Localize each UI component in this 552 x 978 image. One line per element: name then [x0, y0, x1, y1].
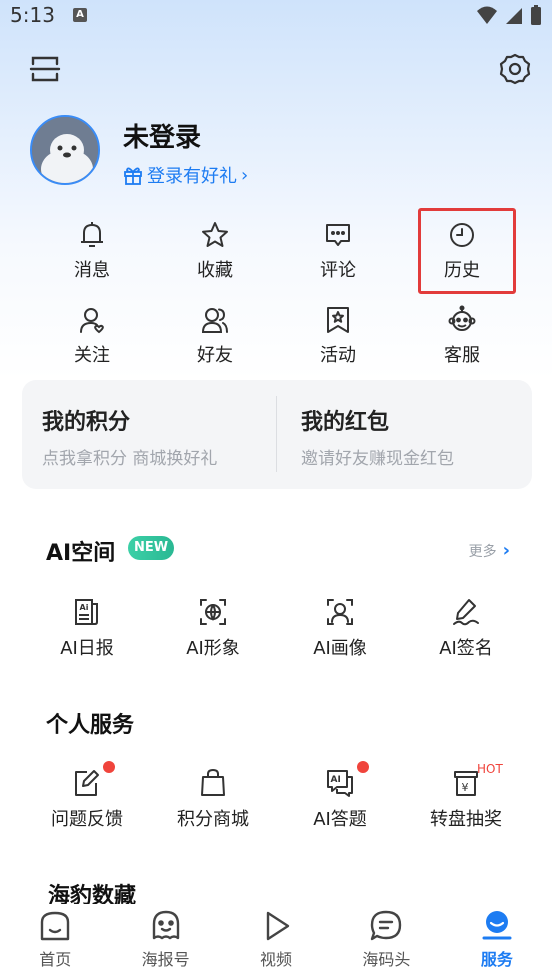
- login-gift-link[interactable]: 登录有好礼 ›: [123, 162, 248, 188]
- ai-avatar-icon: [200, 599, 226, 625]
- points-card: 我的积分 点我拿积分 商城换好礼 我的红包 邀请好友赚现金红包: [22, 380, 532, 489]
- settings-button[interactable]: [498, 52, 532, 86]
- follow-icon: [80, 308, 104, 334]
- status-icons: [476, 4, 542, 26]
- service-item-label: 转盘抽奖: [430, 809, 502, 830]
- more-label: 更多: [468, 543, 497, 560]
- ai-portrait-icon: [327, 599, 353, 625]
- redpacket-title: 我的红包: [301, 410, 390, 435]
- home-icon: [41, 911, 70, 941]
- ai-item-label: AI形象: [186, 638, 240, 659]
- ai-item-label: AI签名: [439, 638, 493, 659]
- grid-item-label: 客服: [444, 345, 480, 366]
- scan-icon: [29, 56, 61, 82]
- shopping-bag-icon: [201, 769, 225, 796]
- nav-label: 服务: [480, 950, 513, 969]
- ai-signature-icon: [453, 599, 479, 626]
- grid-item-follow[interactable]: 关注: [42, 305, 142, 385]
- service-face-icon: [482, 911, 512, 940]
- grid-item-label: 好友: [197, 345, 233, 366]
- svg-text:Ai: Ai: [80, 603, 89, 612]
- grid-item-label: 活动: [320, 345, 356, 366]
- ai-item-daily[interactable]: Ai AI日报: [37, 596, 137, 676]
- new-badge: NEW: [128, 536, 174, 560]
- friends-icon: [201, 308, 228, 333]
- ai-daily-icon: Ai: [75, 599, 98, 625]
- grid-item-label: 消息: [74, 260, 110, 281]
- feedback-icon: [75, 770, 99, 796]
- chevron-right-icon: ›: [502, 540, 510, 561]
- points-subtitle: 点我拿积分 商城换好礼: [42, 449, 218, 469]
- history-highlight-box: [418, 208, 516, 294]
- service-item-label: 积分商城: [177, 809, 249, 830]
- service-item-ai-quiz[interactable]: AI AI答题: [290, 767, 390, 847]
- bottom-nav: 首页 海报号 视频 海码头 服务: [0, 904, 552, 978]
- service-item-points-mall[interactable]: 积分商城: [163, 767, 263, 847]
- personal-services-title: 个人服务: [46, 713, 135, 738]
- nav-label: 视频: [260, 950, 293, 969]
- ai-item-label: AI画像: [313, 638, 367, 659]
- hot-label: HOT: [477, 762, 503, 776]
- ai-item-label: AI日报: [60, 638, 114, 659]
- play-icon: [266, 911, 290, 941]
- nav-label: 首页: [39, 950, 72, 969]
- comment-icon: [326, 224, 350, 246]
- service-item-feedback[interactable]: 问题反馈: [37, 767, 137, 847]
- svg-text:¥: ¥: [462, 781, 469, 794]
- notification-dot: [357, 761, 369, 773]
- svg-text:AI: AI: [331, 775, 341, 785]
- nav-label: 海码头: [362, 950, 411, 969]
- my-red-packet[interactable]: 我的红包 邀请好友赚现金红包: [277, 380, 532, 489]
- keyboard-status-icon: A: [73, 8, 87, 22]
- my-points[interactable]: 我的积分 点我拿积分 商城换好礼: [22, 380, 276, 489]
- grid-item-label: 关注: [74, 345, 110, 366]
- grid-item-activity[interactable]: 活动: [288, 305, 388, 385]
- nav-home[interactable]: 首页: [0, 904, 110, 978]
- login-gift-label: 登录有好礼: [147, 166, 237, 187]
- ai-item-signature[interactable]: AI签名: [416, 596, 516, 676]
- status-time: 5:13: [10, 3, 55, 27]
- grid-item-label: 评论: [320, 260, 356, 281]
- signal-icon: [506, 8, 522, 24]
- nav-pier[interactable]: 海码头: [331, 904, 441, 978]
- grid-item-favorites[interactable]: 收藏: [165, 220, 265, 300]
- avatar[interactable]: [30, 115, 100, 185]
- redpacket-subtitle: 邀请好友赚现金红包: [301, 449, 454, 469]
- poster-icon: [152, 910, 179, 940]
- service-item-label: 问题反馈: [51, 809, 123, 830]
- nav-service[interactable]: 服务: [442, 904, 552, 978]
- ai-quiz-icon: AI: [327, 770, 353, 797]
- battery-icon: [531, 5, 541, 25]
- service-item-label: AI答题: [313, 809, 367, 830]
- gear-icon: [499, 53, 531, 85]
- scan-button[interactable]: [28, 52, 62, 86]
- bell-icon: [81, 222, 103, 247]
- grid-item-friends[interactable]: 好友: [165, 305, 265, 385]
- username[interactable]: 未登录: [123, 117, 201, 154]
- grid-item-label: 收藏: [197, 260, 233, 281]
- nav-label: 海报号: [141, 950, 190, 969]
- wifi-icon: [477, 6, 497, 24]
- points-title: 我的积分: [42, 410, 131, 435]
- nav-poster[interactable]: 海报号: [110, 904, 220, 978]
- chevron-right-icon: ›: [241, 164, 249, 186]
- grid-item-messages[interactable]: 消息: [42, 220, 142, 300]
- ai-item-portrait[interactable]: AI画像: [290, 596, 390, 676]
- star-icon: [202, 222, 228, 247]
- activity-icon: [327, 307, 349, 333]
- more-link[interactable]: 更多 ›: [469, 540, 510, 561]
- notification-dot: [103, 761, 115, 773]
- service-item-lottery[interactable]: ¥ 转盘抽奖: [416, 767, 516, 847]
- ai-space-title: AI空间: [46, 541, 116, 566]
- chat-icon: [371, 910, 402, 941]
- service-icon: [448, 305, 476, 331]
- gift-icon: [124, 167, 142, 185]
- grid-item-customer-service[interactable]: 客服: [412, 305, 512, 385]
- grid-item-comments[interactable]: 评论: [288, 220, 388, 300]
- nav-video[interactable]: 视频: [221, 904, 331, 978]
- ai-item-avatar[interactable]: AI形象: [163, 596, 263, 676]
